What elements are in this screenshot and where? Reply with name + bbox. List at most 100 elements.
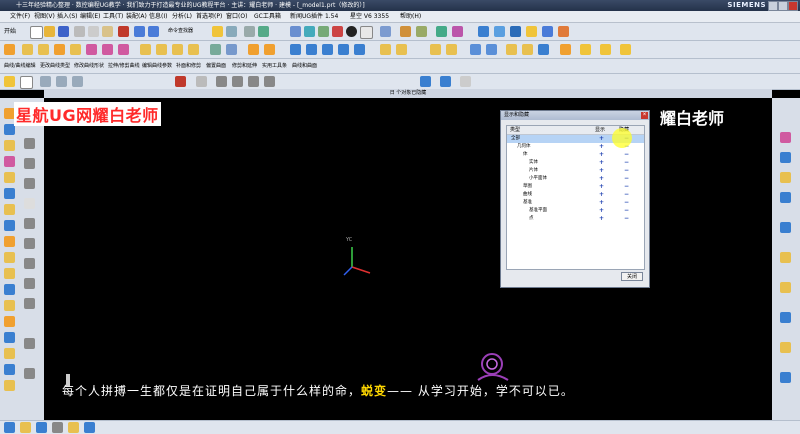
save-icon[interactable] xyxy=(58,26,69,37)
show-plus-icon[interactable]: + xyxy=(599,191,604,199)
hole-icon[interactable] xyxy=(54,44,65,55)
line-icon-2[interactable] xyxy=(24,138,35,149)
toolbar3-item-9[interactable]: 曲线和曲面 xyxy=(292,62,317,69)
trim-body-icon[interactable] xyxy=(210,44,221,55)
sew-icon[interactable] xyxy=(430,44,441,55)
tool-e-icon[interactable] xyxy=(580,44,591,55)
hide-minus-icon[interactable]: − xyxy=(624,207,629,215)
resource-d-icon[interactable] xyxy=(4,284,15,295)
new-file-icon[interactable] xyxy=(30,26,43,39)
maximize-button[interactable] xyxy=(778,1,788,11)
intersect-icon[interactable] xyxy=(118,44,129,55)
menu-view[interactable]: 视图(V) xyxy=(34,11,55,22)
gc-tool-2-icon[interactable] xyxy=(494,26,505,37)
list-item[interactable]: 基准 + − xyxy=(507,199,644,207)
right-tool-h-icon[interactable] xyxy=(780,312,791,323)
circle-tool-icon[interactable] xyxy=(248,76,259,87)
resource-a-icon[interactable] xyxy=(4,236,15,247)
sync-model-icon[interactable] xyxy=(290,44,301,55)
menu-xingkong[interactable]: 星空 V6 3355 xyxy=(350,11,389,22)
tool-g-icon[interactable] xyxy=(620,44,631,55)
boss-icon[interactable] xyxy=(70,44,81,55)
show-plus-icon[interactable]: + xyxy=(599,135,604,143)
dialog-close-button[interactable]: 关闭 xyxy=(621,272,643,281)
resource-g-icon[interactable] xyxy=(4,332,15,343)
measure-icon[interactable] xyxy=(436,26,447,37)
shell-icon[interactable] xyxy=(172,44,183,55)
roles-icon[interactable] xyxy=(4,156,15,167)
show-plus-icon[interactable]: + xyxy=(599,207,604,215)
gc-tool-icon[interactable] xyxy=(478,26,489,37)
list-item[interactable]: 体 + − xyxy=(507,151,644,159)
menu-analysis[interactable]: 分析(L) xyxy=(172,11,192,22)
toolbar3-item-5[interactable]: 补面和修剪 xyxy=(176,62,201,69)
pattern-icon[interactable] xyxy=(248,44,259,55)
list-item[interactable]: 基准平面 + − xyxy=(507,207,644,215)
pan-icon[interactable] xyxy=(318,26,329,37)
list-item[interactable]: 小平面体 + − xyxy=(507,175,644,183)
delete-icon[interactable] xyxy=(118,26,129,37)
type-filter-icon[interactable] xyxy=(20,76,33,89)
right-tool-b-icon[interactable] xyxy=(780,152,791,163)
process-studio-icon[interactable] xyxy=(4,220,15,231)
resource-f-icon[interactable] xyxy=(4,316,15,327)
resource-c-icon[interactable] xyxy=(4,268,15,279)
layer-icon[interactable] xyxy=(400,26,411,37)
show-plus-icon[interactable]: + xyxy=(599,159,604,167)
show-plus-icon[interactable]: + xyxy=(599,143,604,151)
rotate-icon[interactable] xyxy=(332,26,343,37)
show-plus-icon[interactable]: + xyxy=(599,151,604,159)
replace-face-icon[interactable] xyxy=(338,44,349,55)
toolbar3-item-8[interactable]: 实用工具条 xyxy=(262,62,287,69)
right-tool-d-icon[interactable] xyxy=(780,192,791,203)
history-icon[interactable] xyxy=(4,140,15,151)
hide-minus-icon[interactable]: − xyxy=(624,215,629,223)
project-curve-icon[interactable] xyxy=(24,298,35,309)
shading-icon[interactable] xyxy=(346,26,357,37)
bottom-tool-d-icon[interactable] xyxy=(52,422,63,433)
bottom-tool-a-icon[interactable] xyxy=(4,422,15,433)
helix-icon[interactable] xyxy=(24,258,35,269)
menu-window[interactable]: 窗口(O) xyxy=(226,11,247,22)
view-box-icon[interactable] xyxy=(420,76,431,87)
spline-icon[interactable] xyxy=(24,218,35,229)
hide-minus-icon[interactable]: − xyxy=(624,191,629,199)
render-icon[interactable] xyxy=(416,26,427,37)
list-item[interactable]: 点 + − xyxy=(507,215,644,223)
right-tool-e-icon[interactable] xyxy=(780,222,791,233)
filter-icon[interactable] xyxy=(4,76,15,87)
undo-icon[interactable] xyxy=(134,26,145,37)
command-finder-button[interactable]: 命令查找器 xyxy=(168,27,193,34)
toolbar3-item-0[interactable]: 曲线/曲线编辑 xyxy=(4,62,36,69)
datum-axis-icon[interactable] xyxy=(486,44,497,55)
close-window-button[interactable] xyxy=(788,1,798,11)
arc-tool-icon[interactable] xyxy=(232,76,243,87)
show-plus-icon[interactable]: + xyxy=(599,183,604,191)
menu-gc-toolbox[interactable]: GC工具箱 xyxy=(254,11,281,22)
ellipse-icon[interactable] xyxy=(24,238,35,249)
hide-minus-icon[interactable]: − xyxy=(624,199,629,207)
reuse-library-icon[interactable] xyxy=(4,172,15,183)
show-plus-icon[interactable]: + xyxy=(599,175,604,183)
show-plus-icon[interactable]: + xyxy=(599,167,604,175)
snap-end-icon[interactable] xyxy=(40,76,51,87)
toolbar3-item-6[interactable]: 偏置曲面 xyxy=(206,62,226,69)
thicken-icon[interactable] xyxy=(446,44,457,55)
unite-icon[interactable] xyxy=(86,44,97,55)
right-tool-c-icon[interactable] xyxy=(780,172,791,183)
gc-tool-4-icon[interactable] xyxy=(526,26,537,37)
gc-tool-6-icon[interactable] xyxy=(558,26,569,37)
mesh-surface-icon[interactable] xyxy=(396,44,407,55)
selection-icon[interactable] xyxy=(212,26,223,37)
resource-b-icon[interactable] xyxy=(4,252,15,263)
bridge-curve-icon[interactable] xyxy=(24,338,35,349)
delete-face-icon[interactable] xyxy=(354,44,365,55)
menu-help[interactable]: 帮助(H) xyxy=(400,11,421,22)
plane-icon[interactable] xyxy=(196,76,207,87)
tool-a-icon[interactable] xyxy=(506,44,517,55)
menu-preferences[interactable]: 首选项(P) xyxy=(196,11,222,22)
toolbar3-item-1[interactable]: 更改曲线类型 xyxy=(40,62,70,69)
zoom-icon[interactable] xyxy=(304,26,315,37)
resource-j-icon[interactable] xyxy=(4,380,15,391)
list-item[interactable]: 草图 + − xyxy=(507,183,644,191)
